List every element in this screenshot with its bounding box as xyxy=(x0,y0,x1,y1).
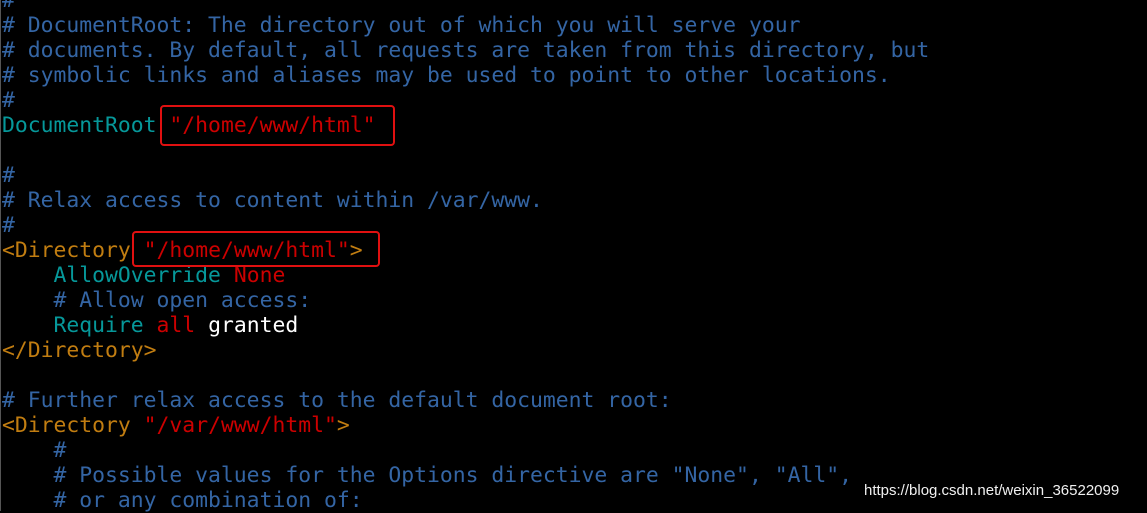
code-token-comment: # xyxy=(2,0,15,13)
code-line: # DocumentRoot: The directory out of whi… xyxy=(2,13,929,38)
code-line: # xyxy=(2,163,929,188)
code-token-keyword: DocumentRoot xyxy=(2,113,157,138)
code-token-string: "/var/www/html" xyxy=(130,413,337,438)
code-token-plain: granted xyxy=(195,313,299,338)
code-line: <Directory "/var/www/html"> xyxy=(2,413,929,438)
code-line: </Directory> xyxy=(2,338,929,363)
code-line: # documents. By default, all requests ar… xyxy=(2,38,929,63)
code-token-comment: # xyxy=(2,163,15,188)
code-line: # Relax access to content within /var/ww… xyxy=(2,188,929,213)
watermark: https://blog.csdn.net/weixin_36522099 xyxy=(864,482,1120,499)
code-token-keyword: Require xyxy=(2,313,144,338)
code-line: # xyxy=(2,88,929,113)
code-token-comment: # symbolic links and aliases may be used… xyxy=(2,63,891,88)
code-token-comment: # xyxy=(2,213,15,238)
code-token-comment: # or any combination of: xyxy=(2,488,363,513)
code-token-comment: # Relax access to content within /var/ww… xyxy=(2,188,543,213)
code-line: # Allow open access: xyxy=(2,288,929,313)
highlight-box-documentroot xyxy=(160,105,395,146)
code-token-tag: </Directory> xyxy=(2,338,157,363)
code-token-tag: > xyxy=(336,413,350,438)
code-line: # xyxy=(2,0,929,13)
code-line: # Further relax access to the default do… xyxy=(2,388,929,413)
code-token-tag: <Directory xyxy=(2,413,131,438)
code-token-comment: # DocumentRoot: The directory out of whi… xyxy=(2,13,801,38)
code-token-comment: # Further relax access to the default do… xyxy=(2,388,672,413)
code-line: Require all granted xyxy=(2,313,929,338)
code-token-tag: <Directory xyxy=(2,238,131,263)
code-line: # or any combination of: xyxy=(2,488,929,513)
code-token-comment: # Allow open access: xyxy=(2,288,312,313)
code-line: DocumentRoot "/home/www/html" xyxy=(2,113,929,138)
code-line: # Possible values for the Options direct… xyxy=(2,463,929,488)
code-token-comment: # documents. By default, all requests ar… xyxy=(2,38,930,63)
code-token-string: all xyxy=(143,313,196,338)
code-line: # xyxy=(2,438,929,463)
code-token-comment: # xyxy=(2,88,15,113)
code-line: # symbolic links and aliases may be used… xyxy=(2,63,929,88)
highlight-box-directory xyxy=(132,231,380,267)
window-edge xyxy=(0,0,1,511)
code-token-comment: # Possible values for the Options direct… xyxy=(2,463,852,488)
code-token-comment: # xyxy=(2,438,67,463)
